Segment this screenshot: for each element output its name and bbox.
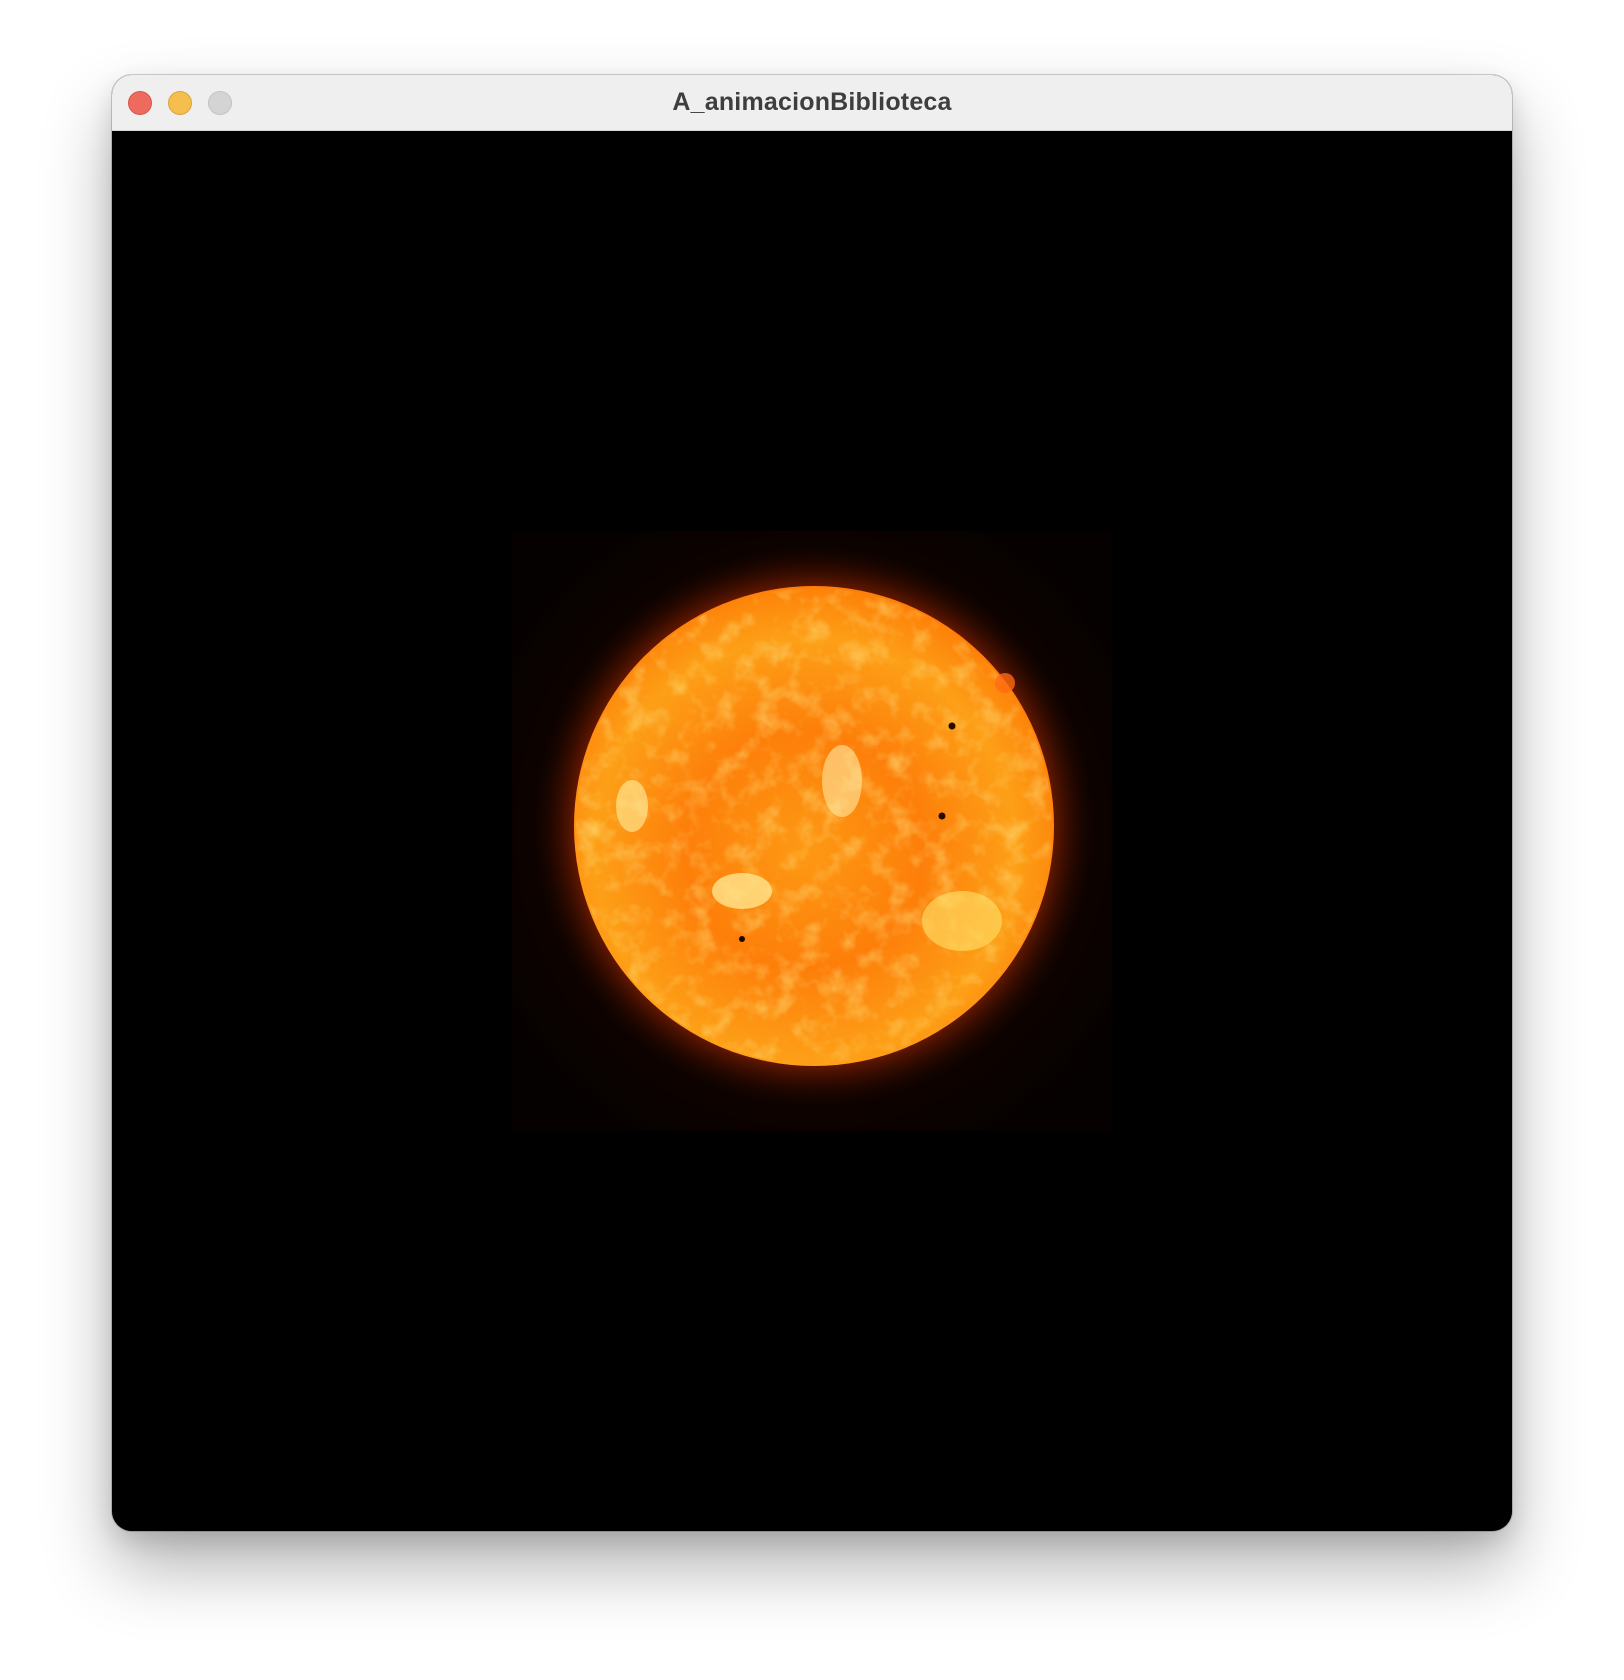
sketch-canvas[interactable] [112,131,1512,1531]
sunspot-2 [938,812,946,820]
sun-animation-image [512,531,1112,1131]
sunspot-1 [948,722,956,730]
window-title: A_animacionBiblioteca [672,88,952,116]
app-window: A_animacionBiblioteca [112,75,1512,1531]
sunspot-3 [739,936,745,942]
title-bar[interactable]: A_animacionBiblioteca [112,75,1512,131]
